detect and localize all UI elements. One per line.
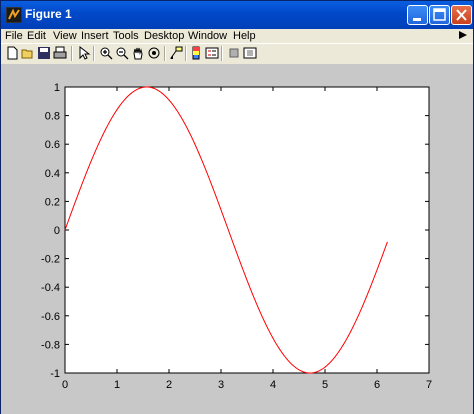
figure-canvas: 0 1 2 3 4 5 6 7 1 0.8 0.6 0.4 0.2 0 -0.2 -0.4 -0.6 -0.8 -1 [1,64,473,414]
x-tick-label: 6 [374,379,380,391]
pan-hand-icon [133,47,143,60]
menu-view[interactable]: View [53,29,77,43]
data-cursor-icon [170,46,183,59]
minimize-button[interactable] [407,5,428,25]
print-button[interactable] [53,46,67,60]
y-tick-label: 0 [54,225,60,237]
y-tick-label: 0.6 [45,139,60,151]
toolbar-separator [71,46,73,61]
menu-file[interactable]: File [5,29,23,43]
maximize-button[interactable] [429,5,450,25]
x-tick-label: 4 [270,379,276,391]
x-tick-label: 2 [166,379,172,391]
menu-help[interactable]: Help [233,29,256,43]
insert-legend-icon [205,47,219,59]
title-bar[interactable]: Figure 1 [1,1,473,29]
open-file-button[interactable] [21,46,35,60]
hide-plot-tools-button[interactable] [227,46,241,60]
maximize-icon [433,8,446,21]
show-plot-tools-button[interactable] [243,46,257,60]
plot-axes[interactable]: 0 1 2 3 4 5 6 7 1 0.8 0.6 0.4 0.2 0 -0.2 -0.4 -0.6 -0.8 -1 [1,64,473,414]
close-button[interactable] [451,5,472,25]
zoom-in-icon [100,47,113,60]
window-title: Figure 1 [25,7,72,21]
edit-plot-arrow-icon [79,46,91,60]
show-plot-tools-icon [243,47,257,59]
x-tick-label: 1 [114,379,120,391]
save-button[interactable] [37,46,51,60]
minimize-icon [413,18,421,21]
y-tick-label: 0.4 [45,168,60,180]
y-tick-label: -0.6 [41,311,60,323]
axes-box [64,86,430,374]
menu-edit[interactable]: Edit [27,29,46,43]
matlab-figure-icon [6,7,22,23]
y-tick-label: -1 [50,368,60,380]
figure-window: Figure 1 File Edit View Insert Tools Des… [0,0,474,414]
new-figure-icon [7,46,18,60]
x-tick-label: 0 [62,379,68,391]
data-cursor-button[interactable] [169,46,183,60]
x-tick-label: 5 [322,379,328,391]
hide-plot-tools-icon [229,48,239,58]
toolbar-separator [93,46,95,61]
menu-desktop[interactable]: Desktop [144,29,184,43]
y-tick-label: 1 [54,82,60,94]
y-tick-label: 0.8 [45,111,60,123]
figure-toolbar [1,43,473,65]
rotate-3d-icon [148,47,160,59]
print-icon [53,46,67,59]
menu-tools[interactable]: Tools [113,29,139,43]
close-icon [456,9,467,21]
new-figure-button[interactable] [5,46,19,60]
toolbar-separator [164,46,166,61]
insert-legend-button[interactable] [205,46,219,60]
zoom-out-button[interactable] [115,46,129,60]
save-icon [38,47,50,59]
y-tick-label: 0.2 [45,196,60,208]
menu-window[interactable]: Window [188,29,227,43]
toolbar-separator [185,46,187,61]
menu-insert[interactable]: Insert [81,29,109,43]
menu-bar: File Edit View Insert Tools Desktop Wind… [1,29,473,43]
zoom-out-icon [116,47,129,60]
open-file-icon [21,49,33,59]
y-tick-label: -0.4 [41,282,60,294]
zoom-in-button[interactable] [99,46,113,60]
pan-button[interactable] [131,46,145,60]
y-tick-label: -0.2 [41,254,60,266]
edit-plot-button[interactable] [77,46,91,60]
toolbar-separator [221,46,223,61]
insert-colorbar-button[interactable] [189,46,203,60]
rotate-3d-button[interactable] [147,46,161,60]
x-tick-label: 3 [218,379,224,391]
insert-colorbar-icon [192,46,200,60]
y-tick-label: -0.8 [41,339,60,351]
x-tick-label: 7 [426,379,432,391]
menubar-overflow-icon[interactable] [459,31,467,39]
